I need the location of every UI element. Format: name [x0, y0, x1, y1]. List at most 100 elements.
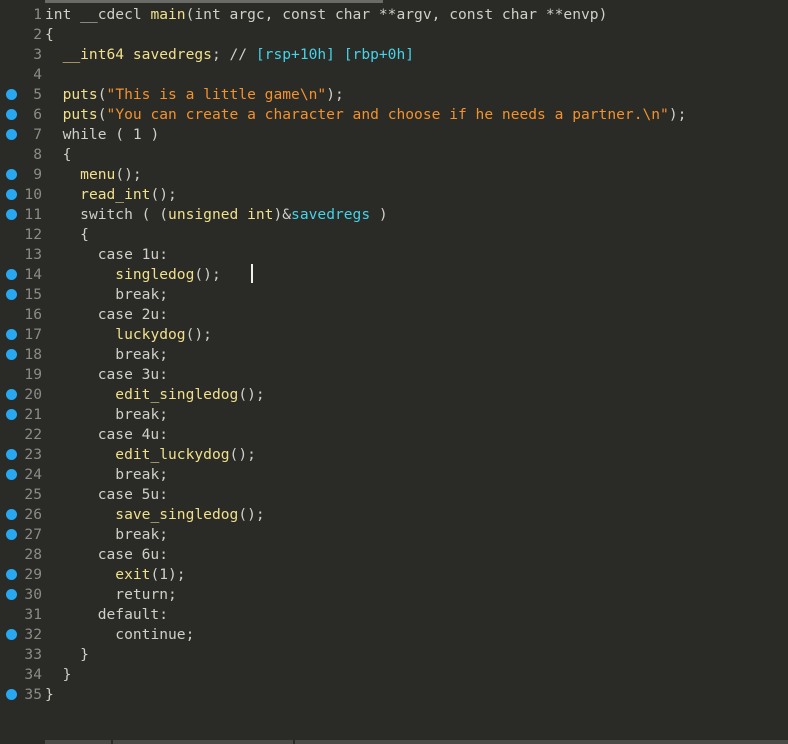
code-line[interactable]: 21 break;: [0, 405, 788, 425]
breakpoint-dot-icon[interactable]: [6, 209, 17, 220]
code-line[interactable]: 7 while ( 1 ): [0, 125, 788, 145]
line-number: 10: [24, 186, 42, 203]
breakpoint-dot-icon[interactable]: [6, 449, 17, 460]
code-token: ();: [185, 326, 212, 343]
line-number: 18: [24, 346, 42, 363]
line-number: 26: [24, 506, 42, 523]
breakpoint-dot-icon[interactable]: [6, 129, 17, 140]
code-text: break;: [45, 285, 168, 305]
code-line[interactable]: 5 puts("This is a little game\n");: [0, 85, 788, 105]
breakpoint-dot-icon[interactable]: [6, 589, 17, 600]
breakpoint-dot-icon[interactable]: [6, 529, 17, 540]
code-line[interactable]: 2{: [0, 25, 788, 45]
code-line[interactable]: 27 break;: [0, 525, 788, 545]
line-number: 9: [33, 166, 42, 183]
code-text: break;: [45, 525, 168, 545]
breakpoint-dot-icon[interactable]: [6, 289, 17, 300]
line-number: 27: [24, 526, 42, 543]
line-number: 24: [24, 466, 42, 483]
code-line[interactable]: 10 read_int();: [0, 185, 788, 205]
code-line[interactable]: 22 case 4u:: [0, 425, 788, 445]
code-line[interactable]: 25 case 5u:: [0, 485, 788, 505]
code-line[interactable]: 23 edit_luckydog();: [0, 445, 788, 465]
code-text: {: [45, 25, 54, 45]
code-line[interactable]: 9 menu();: [0, 165, 788, 185]
code-line[interactable]: 4: [0, 65, 788, 85]
code-line[interactable]: 18 break;: [0, 345, 788, 365]
line-number: 6: [33, 106, 42, 123]
code-token: savedregs: [291, 206, 371, 223]
code-line[interactable]: 3 __int64 savedregs; // [rsp+10h] [rbp+0…: [0, 45, 788, 65]
code-token: break;: [115, 286, 169, 303]
horizontal-scrollbar[interactable]: [45, 740, 788, 744]
code-line[interactable]: 24 break;: [0, 465, 788, 485]
breakpoint-dot-icon[interactable]: [6, 189, 17, 200]
breakpoint-dot-icon[interactable]: [6, 349, 17, 360]
top-scrollbar-thumb[interactable]: [45, 0, 383, 3]
code-line[interactable]: 34 }: [0, 665, 788, 685]
code-token: luckydog: [115, 326, 186, 343]
code-token: puts: [62, 86, 98, 103]
code-line[interactable]: 30 return;: [0, 585, 788, 605]
code-text: }: [45, 685, 54, 705]
breakpoint-dot-icon[interactable]: [6, 269, 17, 280]
code-line[interactable]: 33 }: [0, 645, 788, 665]
breakpoint-dot-icon[interactable]: [6, 89, 17, 100]
code-text: singledog();: [45, 265, 220, 285]
code-token: )&: [273, 206, 292, 223]
scrollbar-tick: [293, 740, 295, 744]
code-line[interactable]: 28 case 6u:: [0, 545, 788, 565]
code-text: case 6u:: [45, 545, 168, 565]
line-number: 23: [24, 446, 42, 463]
breakpoint-dot-icon[interactable]: [6, 109, 17, 120]
code-line[interactable]: 1 int __cdecl main(int argc, const char *…: [0, 5, 788, 25]
code-token: ();: [229, 446, 256, 463]
code-line[interactable]: 8 {: [0, 145, 788, 165]
line-number: 29: [24, 566, 42, 583]
breakpoint-dot-icon[interactable]: [6, 689, 17, 700]
code-token: }: [80, 646, 89, 663]
code-line[interactable]: 20 edit_singledog();: [0, 385, 788, 405]
code-line[interactable]: 6 puts("You can create a character and c…: [0, 105, 788, 125]
code-token: return;: [115, 586, 177, 603]
code-line[interactable]: 32 continue;: [0, 625, 788, 645]
pseudocode-editor[interactable]: 1 int __cdecl main(int argc, const char *…: [0, 0, 788, 744]
code-line[interactable]: 16 case 2u:: [0, 305, 788, 325]
breakpoint-dot-icon[interactable]: [6, 569, 17, 580]
code-token: ();: [238, 386, 265, 403]
code-line[interactable]: 15 break;: [0, 285, 788, 305]
code-line[interactable]: 17 luckydog();: [0, 325, 788, 345]
code-line[interactable]: 11 switch ( (unsigned int)&savedregs ): [0, 205, 788, 225]
breakpoint-dot-icon[interactable]: [6, 509, 17, 520]
breakpoint-dot-icon[interactable]: [6, 169, 17, 180]
code-token: "You can create a character and choose i…: [106, 106, 669, 123]
code-line[interactable]: 12 {: [0, 225, 788, 245]
code-line[interactable]: 29 exit(1);: [0, 565, 788, 585]
code-text: exit(1);: [45, 565, 185, 585]
code-line[interactable]: 19 case 3u:: [0, 365, 788, 385]
code-text: puts("This is a little game\n");: [45, 85, 344, 105]
breakpoint-dot-icon[interactable]: [6, 409, 17, 420]
line-number: 12: [24, 226, 42, 243]
code-line[interactable]: 14 singledog();: [0, 265, 788, 285]
code-token: );: [326, 86, 344, 103]
code-line[interactable]: 35}: [0, 685, 788, 705]
code-token: {: [62, 146, 72, 163]
breakpoint-dot-icon[interactable]: [6, 329, 17, 340]
breakpoint-dot-icon[interactable]: [6, 629, 17, 640]
top-scrollbar[interactable]: [0, 0, 788, 4]
breakpoint-dot-icon[interactable]: [6, 389, 17, 400]
code-line[interactable]: 13 case 1u:: [0, 245, 788, 265]
code-text: break;: [45, 465, 168, 485]
code-line[interactable]: 31 default:: [0, 605, 788, 625]
code-line[interactable]: 26 save_singledog();: [0, 505, 788, 525]
breakpoint-dot-icon[interactable]: [6, 469, 17, 480]
code-text: case 4u:: [45, 425, 168, 445]
